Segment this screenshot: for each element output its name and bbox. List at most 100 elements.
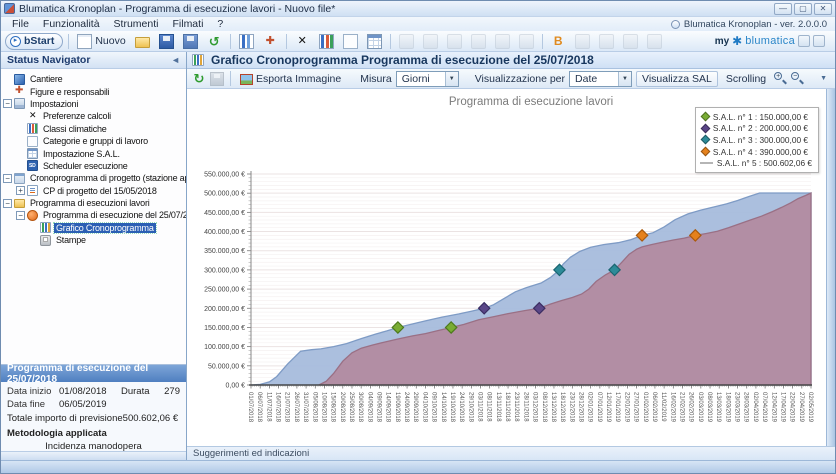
tree-item[interactable]: Impostazione S.A.L.	[1, 147, 186, 159]
zoom-out-button[interactable]: −	[791, 72, 804, 85]
tree-item[interactable]: −Cronoprogramma di progetto (stazione ap…	[1, 172, 186, 184]
refresh-button[interactable]: ↻	[192, 72, 206, 86]
categorie-button[interactable]	[340, 32, 361, 50]
x-axis-label: 09/10/2018	[431, 392, 437, 423]
application-window: Blumatica Kronoplan - Programma di esecu…	[0, 0, 836, 474]
x-axis-label: 28/03/2019	[743, 392, 749, 423]
main-panel: Grafico Cronoprogramma Programma di esec…	[187, 52, 835, 460]
version-label: Blumatica Kronoplan - ver. 2.0.0.0	[684, 19, 827, 30]
save-button[interactable]	[156, 32, 177, 50]
status-navigator-title: Status Navigator	[7, 54, 171, 66]
scrolling-button[interactable]: Scrolling	[722, 71, 770, 87]
navigation-tree: CantiereFigure e responsabili−Impostazio…	[1, 73, 186, 246]
impostazione-sal-button[interactable]	[364, 32, 385, 50]
legend-row: S.A.L. n° 4 : 390.000,00 €	[700, 146, 812, 158]
close-button[interactable]: ✕	[814, 3, 832, 15]
maximize-button[interactable]: ▢	[794, 3, 812, 15]
save-all-button[interactable]	[180, 32, 201, 50]
export-image-icon	[240, 74, 253, 85]
account-icon[interactable]	[798, 35, 810, 47]
tree-item[interactable]: Grafico Cronoprogramma	[1, 222, 186, 234]
tree-item[interactable]: Stampe	[1, 234, 186, 246]
tree-item[interactable]: −Programma di esecuzioni lavori	[1, 197, 186, 209]
x-axis-label: 11/07/2018	[265, 392, 271, 422]
visualizza-sal-button[interactable]: Visualizza SAL	[636, 71, 718, 87]
figure-button[interactable]: ✚	[260, 32, 281, 50]
x-axis-label: 14/10/2018	[440, 392, 446, 423]
y-axis-label: 250.000,00 €	[204, 287, 245, 294]
tree-item[interactable]: +CP di progetto del 15/05/2018	[1, 185, 186, 197]
x-axis-label: 06/02/2019	[651, 392, 657, 423]
menu-filmati[interactable]: Filmati	[165, 18, 210, 30]
x-axis-label: 30/08/2018	[357, 392, 363, 423]
chart-title: Programma di esecuzione lavori	[449, 96, 613, 108]
classi-climatiche-button[interactable]	[316, 32, 337, 50]
tree-item-label: Categorie e gruppi di lavoro	[41, 136, 150, 146]
dropdown-arrow-icon[interactable]: ▼	[445, 72, 458, 86]
tree-item[interactable]: Scheduler esecuzione	[1, 160, 186, 172]
tree-item[interactable]: Classi climatiche	[1, 123, 186, 135]
x-axis-label: 29/09/2018	[412, 392, 418, 423]
tool-icon	[447, 34, 462, 49]
tool-icon	[471, 34, 486, 49]
x-axis-label: 25/08/2018	[348, 392, 354, 423]
legend-label: S.A.L. n° 1 : 150.000,00 €	[713, 112, 808, 122]
x-axis-label: 06/07/2018	[256, 392, 262, 423]
menu-strumenti[interactable]: Strumenti	[107, 18, 166, 30]
bstart-button[interactable]: ▸ bStart	[5, 33, 63, 50]
x-axis-label: 24/10/2018	[458, 392, 464, 423]
preferenze-calcoli-button[interactable]: ✕	[292, 32, 313, 50]
tool-icon	[575, 34, 590, 49]
undo-button[interactable]: ↺	[204, 32, 225, 50]
apps-icon[interactable]	[813, 35, 825, 47]
x-axis-label: 01/07/2018	[247, 392, 253, 423]
x-axis-label: 03/03/2019	[697, 392, 703, 423]
b-tool-button[interactable]: B	[548, 32, 569, 50]
visualizzazione-label: Visualizzazione per	[475, 73, 565, 85]
x-axis-label: 24/09/2018	[403, 392, 409, 423]
x-axis-label: 12/04/2019	[770, 392, 776, 423]
tree-expander-icon[interactable]: −	[3, 199, 12, 208]
nuovo-button[interactable]: Nuovo	[74, 32, 128, 50]
tree-item[interactable]: Cantiere	[1, 73, 186, 85]
collapse-icon[interactable]: ◄	[171, 55, 180, 65]
menu-funzionalita[interactable]: Funzionalità	[36, 18, 107, 30]
menu-file[interactable]: File	[5, 18, 36, 30]
brand-name: blumatica	[745, 35, 795, 47]
calc-preferences-icon	[27, 111, 38, 122]
visualizzazione-dropdown[interactable]: Date ▼	[569, 71, 632, 87]
tree-item[interactable]: −Impostazioni	[1, 98, 186, 110]
open-button[interactable]	[132, 32, 153, 50]
status-navigator-panel: Status Navigator ◄ CantiereFigure e resp…	[1, 52, 187, 460]
tree-item[interactable]: Categorie e gruppi di lavoro	[1, 135, 186, 147]
save-all-icon	[183, 34, 198, 49]
site-icon	[14, 74, 25, 85]
y-axis-label: 400.000,00 €	[204, 229, 245, 236]
menu-help[interactable]: ?	[210, 18, 230, 30]
brand-my: my	[715, 36, 729, 47]
brand-area: my ✱ blumatica	[715, 35, 831, 47]
tree-expander-icon[interactable]: +	[16, 186, 25, 195]
y-axis-label: 450.000,00 €	[204, 210, 245, 217]
figures-icon: ✚	[263, 34, 278, 49]
tree-expander-icon[interactable]: −	[3, 174, 12, 183]
tree-expander-icon[interactable]: −	[16, 211, 25, 220]
tree-expander-icon[interactable]: −	[3, 99, 12, 108]
misura-dropdown[interactable]: Giorni ▼	[396, 71, 459, 87]
esporta-immagine-button[interactable]: Esporta Immagine	[237, 70, 344, 88]
minimize-button[interactable]: —	[774, 3, 792, 15]
x-axis-label: 21/02/2019	[678, 392, 684, 423]
chart-area: 0,00 €50.000,00 €100.000,00 €150.000,00 …	[187, 89, 835, 446]
tree-item[interactable]: Figure e responsabili	[1, 85, 186, 97]
toolbar-overflow-icon[interactable]: ▼	[820, 75, 830, 82]
tree-item[interactable]: Preferenze calcoli	[1, 110, 186, 122]
zoom-in-button[interactable]: +	[774, 72, 787, 85]
vertical-scrollbar[interactable]	[826, 89, 835, 446]
disabled-tool-3	[444, 32, 465, 50]
cantiere-button[interactable]	[236, 32, 257, 50]
site-chart-icon	[239, 34, 254, 49]
data-inizio-label: Data inizio	[7, 386, 59, 397]
tree-item[interactable]: −Programma di esecuzione del 25/07/2018	[1, 209, 186, 221]
x-axis-label: 12/01/2019	[605, 392, 611, 423]
dropdown-arrow-icon[interactable]: ▼	[618, 72, 631, 86]
